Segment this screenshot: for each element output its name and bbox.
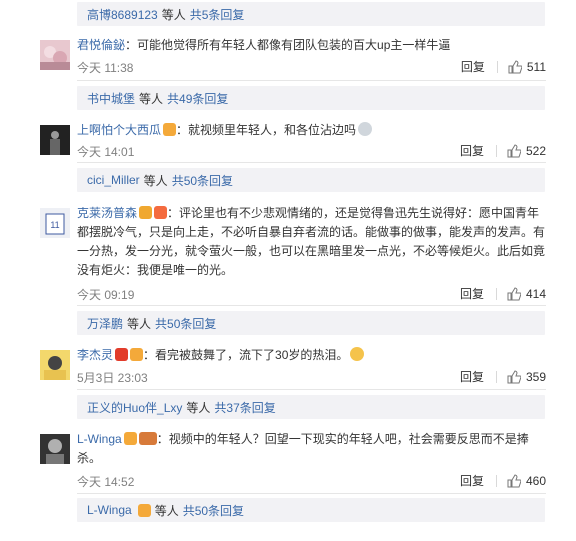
- comment-username[interactable]: 君悦倫鉍: [77, 38, 125, 52]
- thumbs-up-icon[interactable]: [507, 143, 521, 158]
- comment-time: 5月3日 23:03: [77, 371, 148, 385]
- comment-text-line: 评论里也有不少悲观情绪的，还是觉得鲁迅先生说得好：愿中国青年: [179, 206, 540, 220]
- action-divider: [495, 144, 497, 157]
- comment-username[interactable]: 克莱汤普森: [77, 206, 137, 220]
- thumbs-up-icon[interactable]: [507, 473, 521, 488]
- reply-user-link[interactable]: 书中城堡: [87, 90, 135, 107]
- vip-badge-icon: [154, 206, 168, 219]
- comment-time: 今天 11:38: [77, 61, 134, 75]
- reply-summary[interactable]: L-Winga 等人 共50条回复: [77, 498, 545, 522]
- comment-text: 就视频里年轻人，和各位沾边吗: [188, 123, 357, 137]
- avatar[interactable]: [40, 125, 70, 155]
- thumbs-up-icon[interactable]: [507, 369, 521, 384]
- reply-others-text: 等人: [186, 400, 211, 415]
- like-count: 511: [526, 59, 546, 74]
- divider: [77, 162, 546, 163]
- comment-separator: ：: [176, 123, 189, 137]
- reply-count-link[interactable]: 共50条回复: [172, 172, 233, 189]
- divider: [77, 80, 546, 81]
- divider: [77, 305, 546, 306]
- comment-time: 今天 14:01: [77, 145, 135, 159]
- reply-others-text: 等人: [139, 91, 164, 106]
- reply-button[interactable]: 回复: [460, 285, 484, 302]
- comment-username[interactable]: 上啊怕个大西瓜: [77, 123, 161, 137]
- like-count: 522: [525, 143, 546, 158]
- reply-others-text: 等人: [154, 503, 179, 518]
- comment-text-line: 视频中的年轻人？回望一下现实的年轻人吧，社会需要反思而不是捧: [168, 432, 529, 446]
- reply-summary[interactable]: 高博8689123 等人 共5条回复: [77, 2, 545, 26]
- avatar[interactable]: [40, 40, 70, 70]
- reply-count-link[interactable]: 共50条回复: [183, 502, 244, 519]
- reply-count-link[interactable]: 共49条回复: [167, 90, 228, 107]
- comment-text-line: 都摆脱冷气，只是向上走，不必听自暴自弃者流的话。能做事的做事，能发声的发声。有: [77, 225, 546, 239]
- comment-text-line: 没有炬火：我便是唯一的光。: [77, 263, 234, 277]
- comment-separator: ：: [156, 432, 169, 446]
- reply-count-link[interactable]: 共50条回复: [155, 315, 216, 332]
- avatar[interactable]: [40, 434, 70, 464]
- reply-summary[interactable]: 正义的Huo伴_Lxy 等人 共37条回复: [77, 395, 545, 419]
- vip-badge-icon: [137, 503, 151, 517]
- like-count: 414: [525, 286, 546, 301]
- reply-others-text: 等人: [143, 173, 168, 188]
- reply-button[interactable]: 回复: [460, 368, 484, 385]
- reply-user-link[interactable]: 正义的Huo伴_Lxy: [87, 399, 182, 416]
- thumbs-up-icon[interactable]: [508, 59, 522, 74]
- emoji-icon: [358, 122, 373, 136]
- comment-time: 今天 09:19: [77, 288, 135, 302]
- comment-separator: ：: [143, 348, 156, 362]
- action-divider: [495, 474, 497, 487]
- reply-button[interactable]: 回复: [460, 472, 484, 489]
- comment-text-line: 一分热，发一分光，就令萤火一般，也可以在黑暗里发一点光，不必等候炬火。此后如竟: [77, 244, 546, 258]
- vip-badge-icon: [163, 123, 177, 136]
- reply-button[interactable]: 回复: [461, 58, 485, 75]
- comment-text: 看完被鼓舞了，流下了30岁的热泪。: [155, 348, 349, 362]
- avatar[interactable]: 11: [40, 208, 70, 238]
- reply-button[interactable]: 回复: [460, 142, 484, 159]
- action-divider: [495, 287, 497, 300]
- vip-badge-icon: [123, 432, 137, 445]
- fan-badge-icon: [138, 432, 157, 445]
- reply-user-link[interactable]: cici_Miller: [87, 173, 140, 187]
- reply-count-link[interactable]: 共5条回复: [190, 6, 245, 23]
- like-count: 460: [525, 473, 546, 488]
- comment-text: 可能他觉得所有年轻人都像有团队包装的百大up主一样牛逼: [137, 38, 451, 52]
- divider: [77, 493, 546, 494]
- comment-time: 今天 14:52: [77, 475, 135, 489]
- reply-user-link[interactable]: L-Winga: [87, 503, 132, 517]
- reply-user-link[interactable]: 高博8689123: [87, 6, 158, 23]
- avatar[interactable]: [40, 350, 70, 380]
- reply-count-link[interactable]: 共37条回复: [214, 399, 275, 416]
- reply-summary[interactable]: cici_Miller 等人 共50条回复: [77, 168, 545, 192]
- reply-summary[interactable]: 书中城堡 等人 共49条回复: [77, 86, 545, 110]
- action-divider: [495, 370, 497, 383]
- like-count: 359: [525, 369, 546, 384]
- comment-separator: ：: [125, 38, 138, 52]
- action-divider: [496, 60, 498, 73]
- reply-summary[interactable]: 万泽鹏 等人 共50条回复: [77, 311, 545, 335]
- svg-text:11: 11: [50, 220, 59, 230]
- vip-badge-icon: [130, 348, 144, 361]
- comment-separator: ：: [167, 206, 180, 220]
- verified-badge-icon: [139, 206, 153, 219]
- reply-others-text: 等人: [127, 316, 152, 331]
- comment-username[interactable]: 李杰灵: [77, 348, 113, 362]
- crying-emoji-icon: [350, 347, 365, 361]
- reply-user-link[interactable]: 万泽鹏: [87, 315, 123, 332]
- comment-username[interactable]: L-Winga: [77, 432, 122, 446]
- verified-badge-icon: [115, 348, 129, 361]
- reply-others-text: 等人: [161, 7, 186, 22]
- divider: [77, 389, 546, 390]
- comment-text-line: 杀。: [77, 451, 102, 465]
- thumbs-up-icon[interactable]: [507, 286, 521, 301]
